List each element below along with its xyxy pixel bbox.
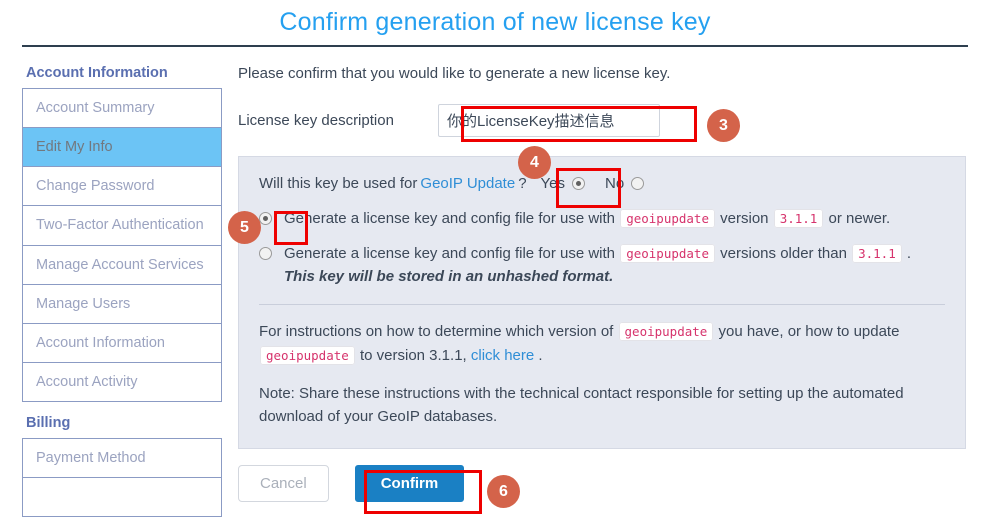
- version-option-older[interactable]: Generate a license key and config file f…: [259, 243, 945, 288]
- instructions-part-4: .: [538, 346, 543, 364]
- sidebar-item-account-summary[interactable]: Account Summary: [23, 89, 221, 129]
- page-title: Confirm generation of new license key: [279, 8, 711, 36]
- instructions-code-2: geoipupdate: [260, 345, 355, 365]
- geoip-no-option[interactable]: No: [605, 175, 645, 192]
- sidebar-item-two-factor-authentication[interactable]: Two-Factor Authentication: [23, 206, 221, 246]
- sidebar-group-title-account-information: Account Information: [26, 65, 168, 81]
- sidebar: Account Information Account Summary Edit…: [0, 65, 222, 519]
- version-option-newer-text: Generate a license key and config file f…: [284, 208, 945, 230]
- cancel-button[interactable]: Cancel: [238, 465, 329, 503]
- opt1-text-3: .: [906, 244, 912, 262]
- opt0-text-1: Generate a license key and config file f…: [284, 210, 616, 227]
- confirm-button[interactable]: Confirm: [354, 465, 465, 503]
- geoip-yes-option[interactable]: Yes: [540, 175, 586, 192]
- instructions-part-3: to version 3.1.1,: [359, 346, 467, 364]
- opt0-code-2: 3.1.1: [773, 209, 824, 228]
- geoip-yes-radio[interactable]: [572, 177, 586, 190]
- version-option-newer-radio[interactable]: [259, 212, 272, 225]
- sidebar-item-change-password[interactable]: Change Password: [23, 167, 221, 207]
- sidebar-list-account-information: Account Summary Edit My Info Change Pass…: [22, 88, 222, 402]
- geoip-yes-label: Yes: [540, 175, 566, 192]
- geoip-update-question-row: Will this key be used for GeoIP Update ?…: [259, 175, 945, 192]
- instructions-part-1: For instructions on how to determine whi…: [259, 323, 614, 341]
- geoip-question-text: Will this key be used for: [259, 175, 418, 192]
- opt1-code-1: geoipupdate: [620, 243, 715, 263]
- sidebar-item-manage-users[interactable]: Manage Users: [23, 285, 221, 324]
- main-content: Please confirm that you would like to ge…: [222, 65, 990, 503]
- sidebar-group-title-billing: Billing: [26, 415, 71, 431]
- unhashed-format-warning: This key will be stored in an unhashed f…: [284, 267, 614, 285]
- opt0-code-1: geoipupdate: [620, 209, 715, 228]
- form-actions: Cancel Confirm: [238, 465, 966, 503]
- note-paragraph: Note: Share these instructions with the …: [259, 384, 904, 425]
- geoip-options-panel: Will this key be used for GeoIP Update ?…: [238, 156, 966, 450]
- page-layout: Account Information Account Summary Edit…: [0, 47, 990, 519]
- geoip-no-label: No: [605, 175, 625, 192]
- opt0-text-3: or newer.: [828, 210, 891, 227]
- instructions-part-2: you have, or how to update: [718, 323, 900, 341]
- sidebar-item-account-activity[interactable]: Account Activity: [23, 363, 221, 402]
- opt1-text-2: versions older than: [720, 244, 847, 262]
- opt0-text-2: version: [720, 210, 769, 227]
- opt1-text-1: Generate a license key and config file f…: [284, 244, 616, 262]
- instructions-code-1: geoipupdate: [618, 322, 714, 342]
- panel-divider: [259, 304, 945, 306]
- version-option-older-radio[interactable]: [259, 246, 272, 260]
- instructions-paragraph: For instructions on how to determine whi…: [259, 320, 945, 367]
- geoip-update-link[interactable]: GeoIP Update: [420, 175, 515, 192]
- license-description-input[interactable]: [438, 104, 660, 137]
- version-option-older-text: Generate a license key and config file f…: [284, 243, 945, 288]
- intro-text: Please confirm that you would like to ge…: [238, 65, 671, 82]
- geoip-no-radio[interactable]: [631, 177, 645, 190]
- sidebar-item-truncated[interactable]: [23, 478, 221, 518]
- sidebar-item-payment-method[interactable]: Payment Method: [23, 439, 221, 479]
- sidebar-item-edit-my-info[interactable]: Edit My Info: [23, 128, 221, 168]
- version-option-newer[interactable]: Generate a license key and config file f…: [259, 208, 945, 230]
- click-here-link[interactable]: click here: [471, 347, 534, 364]
- sidebar-list-billing: Payment Method: [22, 438, 222, 518]
- license-description-label: License key description: [238, 112, 394, 129]
- confirm-button-wrapper: Confirm: [354, 465, 465, 503]
- opt1-code-2: 3.1.1: [852, 243, 902, 263]
- license-description-row: License key description: [238, 104, 966, 137]
- geoip-question-mark: ?: [518, 175, 527, 192]
- sidebar-item-manage-account-services[interactable]: Manage Account Services: [23, 246, 221, 285]
- sidebar-item-account-information[interactable]: Account Information: [23, 324, 221, 363]
